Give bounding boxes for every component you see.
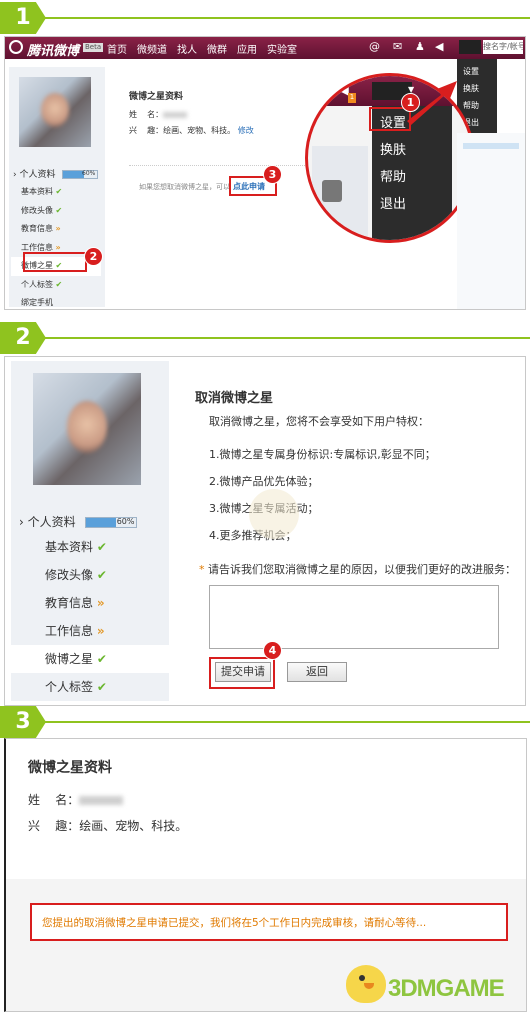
mascot-chick-icon [346, 965, 386, 1003]
step-3-panel: 微博之星资料 姓 名： 兴 趣：绘画、宠物、科技。 您提出的取消微博之星申请已提… [4, 738, 527, 1012]
nav-groups[interactable]: 微群 [207, 45, 227, 56]
at-mention-icon[interactable]: @ [369, 40, 380, 53]
step-1-badge: 1 [0, 2, 46, 34]
step-2-badge: 2 [0, 322, 46, 354]
submit-button[interactable]: 提交申请 [215, 662, 271, 682]
profile-label: 个人资料 [19, 170, 56, 180]
sidebar2-item-avatar[interactable]: 修改头像 ✔ [11, 561, 169, 589]
cancel-page-title: 取消微博之星 [195, 391, 274, 406]
profile-progress-bar: 60% [62, 170, 99, 179]
modify-link[interactable]: 修改 [238, 126, 254, 135]
step-2-panel: › 个人资料 60% 基本资料 ✔ 修改头像 ✔ 教育信息 » 工作信息 » 微… [4, 356, 526, 706]
double-arrow-icon: » [96, 624, 105, 638]
profile-section: › 个人资料 60% [13, 167, 99, 180]
double-arrow-icon: » [55, 242, 61, 252]
menu-skin[interactable]: 换肤 [380, 137, 452, 164]
reason-label-row: * 请告诉我们您取消微博之星的原因，以便我们更好的改进服务： [199, 563, 516, 576]
cancel-intro: 取消微博之星，您将不会享受如下用户特权： [209, 415, 429, 428]
mascot-watermark-icon [249, 489, 299, 539]
sidebar2-item-work[interactable]: 工作信息 » [11, 617, 169, 645]
weibo-logo-icon [9, 40, 23, 54]
check-icon: ✔ [55, 279, 63, 289]
privilege-list: 1.微博之星专属身份标识:专属标识,彰显不同； 2.微博产品优先体验； 3.微博… [209, 441, 436, 549]
back-button[interactable]: 返回 [287, 662, 347, 682]
result-notice-box: 您提出的取消微博之星申请已提交，我们将在5个工作日内完成审核，请耐心等待... [30, 903, 508, 941]
profile-section-2: › 个人资料 60% [19, 513, 138, 530]
sidebar-item-bind-phone[interactable]: 绑定手机 [21, 294, 101, 309]
pointer-arrow-icon [407, 81, 457, 125]
profile-progress-bar-2: 60% [85, 517, 138, 528]
sidebar-item-basic-info[interactable]: 基本资料 ✔ [21, 183, 101, 202]
profile-nav-1: 基本资料 ✔ 修改头像 ✔ 教育信息 » 工作信息 » 微博之星 ✔ 个人标签 … [11, 183, 101, 309]
profile-label-2: 个人资料 [27, 515, 76, 529]
sidebar2-item-weibo-star[interactable]: 微博之星 ✔ [11, 645, 169, 673]
double-arrow-icon: » [96, 596, 105, 610]
privilege-item: 4.更多推荐机会； [209, 529, 297, 542]
step-1-header: 1 [0, 2, 530, 40]
sidebar-item-education[interactable]: 教育信息 » [21, 220, 101, 239]
marker-2: 2 [84, 247, 103, 266]
star-name-row: 姓 名： [129, 109, 188, 120]
star-info-title: 微博之星资料 [129, 92, 184, 102]
sidebar-item-avatar[interactable]: 修改头像 ✔ [21, 202, 101, 221]
apply-cancel-link[interactable]: 点此申请 [233, 181, 265, 192]
profile-sidebar-2: › 个人资料 60% 基本资料 ✔ 修改头像 ✔ 教育信息 » 工作信息 » 微… [11, 361, 169, 701]
step-2-header: 2 [0, 322, 530, 360]
result-title: 微博之星资料 [28, 760, 112, 776]
account-menu-trigger[interactable] [459, 40, 481, 54]
main-nav: 首页 微频道 找人 微群 应用 实验室 [107, 41, 297, 56]
nav-channel[interactable]: 微频道 [137, 45, 167, 56]
check-icon: ✔ [55, 187, 63, 196]
check-icon: ✔ [96, 652, 107, 666]
double-arrow-icon: » [55, 224, 61, 233]
check-icon: ✔ [96, 680, 107, 694]
result-notice: 您提出的取消微博之星申请已提交，我们将在5个工作日内完成审核，请耐心等待... [42, 917, 427, 929]
star-interest-row: 兴 趣：绘画、宠物、科技。 修改 [129, 126, 254, 135]
result-name-row: 姓 名： [28, 791, 124, 808]
search-input[interactable]: 搜名字/帐号 [483, 40, 523, 54]
result-interest-row: 兴 趣：绘画、宠物、科技。 [28, 819, 188, 833]
menu-logout[interactable]: 退出 [380, 191, 452, 218]
privilege-item: 2.微博产品优先体验； [209, 475, 319, 488]
check-icon: ✔ [55, 205, 63, 215]
sidebar-item-tags[interactable]: 个人标签 ✔ [21, 276, 101, 295]
avatar-2 [33, 373, 141, 485]
check-icon: ✔ [96, 568, 107, 582]
menu-help[interactable]: 帮助 [380, 164, 452, 191]
privilege-item: 3.微博之星专属活动； [209, 495, 436, 522]
profile-progress-fill-2 [86, 518, 117, 527]
mail-icon[interactable]: ✉ [393, 40, 402, 53]
avatar [19, 77, 91, 147]
check-icon: ✔ [96, 540, 107, 554]
beta-badge: Beta [83, 43, 104, 52]
nav-apps[interactable]: 应用 [237, 45, 257, 56]
privilege-item: 1.微博之星专属身份标识:专属标识,彰显不同； [209, 448, 436, 461]
nav-lab[interactable]: 实验室 [267, 45, 297, 56]
nav-find-people[interactable]: 找人 [177, 45, 197, 56]
marker-4: 4 [263, 641, 282, 660]
sidebar2-item-education[interactable]: 教育信息 » [11, 589, 169, 617]
watermark-logo: 3DMGAME [388, 975, 505, 1002]
user-icon[interactable]: ♟ [415, 40, 425, 53]
sidebar2-item-tags[interactable]: 个人标签 ✔ [11, 673, 169, 701]
step-1-panel: 腾讯微博 Beta 首页 微频道 找人 微群 应用 实验室 @ ✉ ♟ ◀ 搜名字/帐号 … [4, 36, 526, 310]
nav-home[interactable]: 首页 [107, 45, 127, 56]
cancel-prompt: 如果您想取消微博之星，可以 [139, 183, 230, 191]
sidebar2-item-basic-info[interactable]: 基本资料 ✔ [11, 533, 169, 561]
speaker-icon[interactable]: ◀ [435, 40, 443, 53]
blurred-name [163, 111, 188, 118]
topbar: 腾讯微博 Beta 首页 微频道 找人 微群 应用 实验室 @ ✉ ♟ ◀ 搜名字/帐号 [5, 37, 525, 59]
profile-progress-fill [63, 171, 84, 178]
brand-logo[interactable]: 腾讯微博 [27, 40, 79, 59]
highlight-weibo-star-item [23, 252, 87, 272]
profile-nav-2: 基本资料 ✔ 修改头像 ✔ 教育信息 » 工作信息 » 微博之星 ✔ 个人标签 … [11, 533, 169, 701]
blurred-name [79, 796, 124, 805]
marker-3: 3 [263, 165, 282, 184]
step-3-badge: 3 [0, 706, 46, 738]
reason-textarea[interactable] [209, 585, 499, 649]
